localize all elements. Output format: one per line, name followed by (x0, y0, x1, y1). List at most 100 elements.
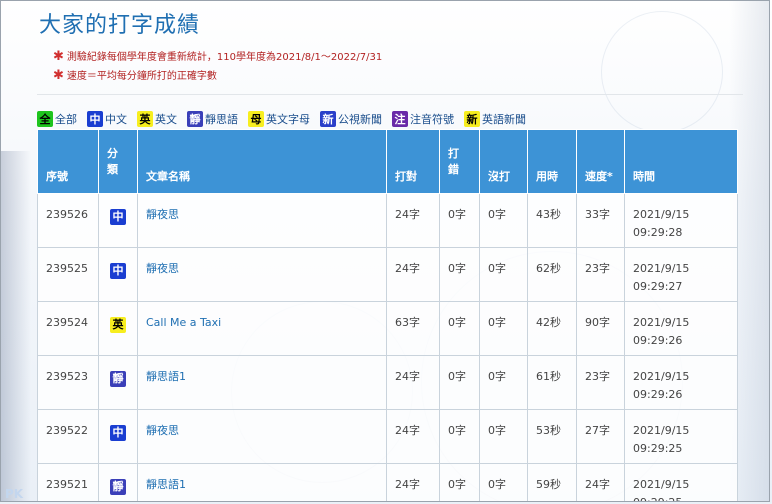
cell-missed: 0字 (479, 463, 528, 501)
page-frame: 大家的打字成績 ✱ 測驗紀錄每個學年度會重新統計，110學年度為2021/8/1～… (0, 0, 770, 502)
cell-date: 2021/9/15 09:29:26 (624, 301, 738, 356)
header-missed[interactable]: 沒打 (479, 129, 528, 194)
filter-label: 英語新聞 (482, 113, 526, 126)
category-badge-icon: 注 (392, 111, 408, 127)
cell-time: 61秒 (527, 355, 577, 410)
cell-id: 239525 (37, 247, 99, 302)
category-badge-icon: 中 (87, 111, 103, 127)
category-badge-icon: 中 (110, 209, 126, 225)
header-speed[interactable]: 速度* (576, 129, 625, 194)
cell-category: 中 (98, 409, 138, 464)
time-text: 09:29:26 (633, 388, 683, 401)
cell-typed: 24字 (386, 247, 440, 302)
cell-id: 239521 (37, 463, 99, 501)
category-badge-icon: 新 (464, 111, 480, 127)
cell-date: 2021/9/15 09:29:25 (624, 463, 738, 501)
cell-time: 53秒 (527, 409, 577, 464)
cell-article[interactable]: Call Me a Taxi (137, 301, 387, 356)
category-badge-icon: 靜 (187, 111, 203, 127)
header-id[interactable]: 序號 (37, 129, 99, 194)
cell-time: 42秒 (527, 301, 577, 356)
cell-wrong: 0字 (439, 193, 480, 248)
cell-time: 59秒 (527, 463, 577, 501)
table-row: 239522 中靜夜思 24字 0字 0字 53秒 27字 2021/9/15 09:29:25 (37, 409, 738, 464)
table-row: 239526 中靜夜思 24字 0字 0字 43秒 33字 2021/9/15 09:29:28 (37, 193, 738, 248)
filter-item[interactable]: 全全部 (37, 111, 77, 127)
cell-article[interactable]: 靜思語1 (137, 463, 387, 501)
date-text: 2021/9/15 (633, 478, 690, 491)
date-text: 2021/9/15 (633, 316, 690, 329)
header-category[interactable]: 分類 (98, 129, 138, 194)
note-speed-definition: ✱ 速度＝平均每分鐘所打的正確字數 (53, 68, 217, 83)
cell-typed: 24字 (386, 355, 440, 410)
cell-missed: 0字 (479, 193, 528, 248)
filter-label: 英文字母 (266, 113, 310, 126)
cell-wrong: 0字 (439, 463, 480, 501)
table-header-row: 序號 分類 文章名稱 打對 打錯 沒打 用時 速度* 時間 (37, 129, 738, 194)
filter-item[interactable]: 中中文 (87, 111, 127, 127)
time-text: 09:29:28 (633, 226, 683, 239)
cell-category: 中 (98, 193, 138, 248)
table-row: 239525 中靜夜思 24字 0字 0字 62秒 23字 2021/9/15 09:29:27 (37, 247, 738, 302)
time-text: 09:29:27 (633, 280, 683, 293)
asterisk-icon: ✱ (53, 68, 64, 83)
cell-speed: 24字 (576, 463, 625, 501)
cell-missed: 0字 (479, 301, 528, 356)
cell-typed: 24字 (386, 193, 440, 248)
cell-time: 43秒 (527, 193, 577, 248)
filter-label: 靜思語 (205, 113, 238, 126)
cell-speed: 90字 (576, 301, 625, 356)
filter-label: 注音符號 (410, 113, 454, 126)
cell-wrong: 0字 (439, 409, 480, 464)
category-badge-icon: 英 (137, 111, 153, 127)
cell-article[interactable]: 靜夜思 (137, 247, 387, 302)
header-typed[interactable]: 打對 (386, 129, 440, 194)
cell-typed: 24字 (386, 409, 440, 464)
category-filter-bar: 全全部中中文英英文靜靜思語母英文字母新公視新聞注注音符號新英語新聞 (37, 111, 526, 127)
cell-category: 中 (98, 247, 138, 302)
category-badge-icon: 全 (37, 111, 53, 127)
category-badge-icon: 中 (110, 263, 126, 279)
cell-speed: 33字 (576, 193, 625, 248)
background-circle (601, 11, 723, 133)
cell-speed: 23字 (576, 355, 625, 410)
divider (37, 94, 743, 95)
header-article[interactable]: 文章名稱 (137, 129, 387, 194)
cell-article[interactable]: 靜夜思 (137, 409, 387, 464)
filter-item[interactable]: 母英文字母 (248, 111, 310, 127)
filter-item[interactable]: 新公視新聞 (320, 111, 382, 127)
filter-item[interactable]: 注注音符號 (392, 111, 454, 127)
cell-missed: 0字 (479, 355, 528, 410)
category-badge-icon: 中 (110, 425, 126, 441)
time-text: 09:29:25 (633, 442, 683, 455)
filter-label: 全部 (55, 113, 77, 126)
note-school-year: ✱ 測驗紀錄每個學年度會重新統計，110學年度為2021/8/1～2022/7/3… (53, 49, 383, 64)
cell-missed: 0字 (479, 409, 528, 464)
cell-date: 2021/9/15 09:29:27 (624, 247, 738, 302)
cell-date: 2021/9/15 09:29:26 (624, 355, 738, 410)
filter-label: 公視新聞 (338, 113, 382, 126)
category-badge-icon: 靜 (110, 479, 126, 495)
cell-article[interactable]: 靜夜思 (137, 193, 387, 248)
table-row: 239521靜靜思語124字0字0字59秒24字2021/9/1509:29:2… (37, 463, 738, 501)
watermark: PK (5, 487, 24, 501)
filter-label: 中文 (105, 113, 127, 126)
cell-date: 2021/9/15 09:29:25 (624, 409, 738, 464)
cell-id: 239523 (37, 355, 99, 410)
time-text: 09:29:26 (633, 334, 683, 347)
cell-missed: 0字 (479, 247, 528, 302)
background-shade (1, 151, 31, 501)
date-text: 2021/9/15 (633, 370, 690, 383)
header-date[interactable]: 時間 (624, 129, 738, 194)
cell-category: 英 (98, 301, 138, 356)
table-row: 239524 英 Call Me a Taxi 63字 0字 0字 42秒 90字 2021/9… (37, 301, 738, 356)
filter-item[interactable]: 英英文 (137, 111, 177, 127)
cell-wrong: 0字 (439, 355, 480, 410)
header-wrong[interactable]: 打錯 (439, 129, 480, 194)
filter-item[interactable]: 新英語新聞 (464, 111, 526, 127)
cell-article[interactable]: 靜思語1 (137, 355, 387, 410)
date-text: 2021/9/15 (633, 424, 690, 437)
header-time[interactable]: 用時 (527, 129, 577, 194)
filter-item[interactable]: 靜靜思語 (187, 111, 238, 127)
date-text: 2021/9/15 (633, 262, 690, 275)
